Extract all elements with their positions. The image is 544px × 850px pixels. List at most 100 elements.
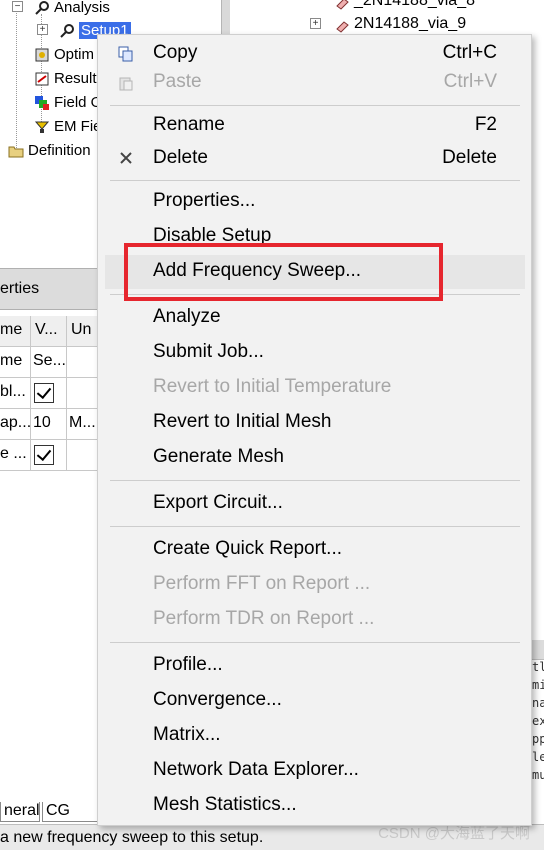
panel-tabs: neral CG	[0, 800, 110, 822]
context-menu: Copy Ctrl+C Paste Ctrl+V Rename F2 Delet…	[97, 34, 532, 826]
highlight-annotation	[124, 243, 443, 301]
menu-shortcut: Ctrl+C	[442, 42, 497, 63]
grid-cell: ap...	[0, 409, 31, 439]
tree-node-field-overlays[interactable]: Field O	[34, 91, 102, 113]
menu-label: Network Data Explorer...	[153, 759, 359, 780]
via-icon	[334, 0, 350, 10]
menu-label: Export Circuit...	[153, 492, 283, 513]
tree-label-field-overlays: Field O	[54, 93, 103, 111]
menu-item-rename[interactable]: Rename F2	[98, 109, 531, 143]
menu-label: Rename	[153, 114, 225, 135]
table-row[interactable]: e ...	[0, 440, 110, 471]
menu-label: Copy	[153, 42, 198, 63]
grid-cell: bl...	[0, 378, 31, 408]
menu-label: Mesh Statistics...	[153, 794, 297, 815]
menu-label: Revert to Initial Temperature	[153, 376, 392, 397]
table-row[interactable]: ap... 10 M...	[0, 409, 110, 440]
menu-item-export-circuit[interactable]: Export Circuit...	[98, 487, 531, 521]
grid-cell: me	[0, 347, 31, 377]
tree-label-em-fields: EM Fie	[54, 117, 102, 135]
menu-label: Analyze	[153, 306, 221, 327]
grid-cell	[31, 378, 67, 408]
menu-item-analyze[interactable]: Analyze	[98, 301, 531, 335]
results-icon	[34, 71, 50, 86]
tree-node-via-9[interactable]: + 2N14188_via_9	[310, 13, 466, 35]
menu-label: Generate Mesh	[153, 446, 284, 467]
menu-item-revert-mesh[interactable]: Revert to Initial Mesh	[98, 406, 531, 440]
menu-label: Create Quick Report...	[153, 538, 343, 559]
menu-item-network-data-explorer[interactable]: Network Data Explorer...	[98, 754, 531, 788]
grid-cell: e ...	[0, 440, 31, 470]
tree-node-em-fields[interactable]: EM Fie	[34, 115, 102, 137]
menu-item-create-quick-report[interactable]: Create Quick Report...	[98, 533, 531, 567]
menu-label: Perform FFT on Report ...	[153, 573, 371, 594]
grid-cell[interactable]: 10	[31, 409, 67, 439]
menu-item-delete[interactable]: Delete Delete	[98, 142, 531, 176]
menu-item-submit-job[interactable]: Submit Job...	[98, 336, 531, 370]
tab-general[interactable]: neral	[0, 802, 40, 822]
tree-guide-line	[16, 10, 17, 150]
grid-header-value[interactable]: V...	[31, 316, 67, 346]
via-icon	[334, 17, 350, 33]
tree-label-results: Result	[54, 69, 97, 87]
menu-separator	[110, 642, 520, 643]
tree-node-analysis[interactable]: − Analysis	[12, 0, 110, 18]
delete-icon	[118, 150, 134, 166]
properties-grid: me V... Un me Se... bl... ap... 10 M... …	[0, 316, 110, 471]
menu-separator	[110, 105, 520, 106]
paste-icon	[118, 75, 134, 91]
enabled-checkbox[interactable]	[34, 445, 54, 465]
menu-item-profile[interactable]: Profile...	[98, 649, 531, 683]
table-row[interactable]: me Se...	[0, 347, 110, 378]
menu-separator	[110, 480, 520, 481]
menu-item-matrix[interactable]: Matrix...	[98, 719, 531, 753]
tree-node-via-8[interactable]: _2N14188_via_8	[310, 0, 475, 12]
menu-label: Convergence...	[153, 689, 282, 710]
menu-shortcut: F2	[474, 114, 497, 135]
menu-item-paste[interactable]: Paste Ctrl+V	[98, 66, 531, 100]
menu-item-generate-mesh[interactable]: Generate Mesh	[98, 441, 531, 475]
grid-header-row: me V... Un	[0, 316, 110, 347]
table-row[interactable]: bl...	[0, 378, 110, 409]
properties-panel-title: erties	[0, 268, 110, 310]
grid-cell[interactable]: Se...	[31, 347, 67, 377]
menu-label: Delete	[153, 147, 208, 168]
tree-label-via-8: _2N14188_via_8	[354, 0, 475, 9]
expand-icon[interactable]: +	[37, 24, 48, 35]
tree-label-via-9: 2N14188_via_9	[354, 15, 467, 32]
grid-cell	[31, 440, 67, 470]
setup-icon	[59, 23, 75, 38]
expand-icon[interactable]: +	[310, 18, 321, 29]
analysis-icon	[34, 0, 50, 15]
menu-item-perform-fft[interactable]: Perform FFT on Report ...	[98, 568, 531, 602]
tree-label-analysis: Analysis	[54, 0, 110, 16]
menu-label: Profile...	[153, 654, 223, 675]
grid-header-name[interactable]: me	[0, 316, 31, 346]
collapse-icon[interactable]: −	[12, 1, 23, 12]
menu-item-properties[interactable]: Properties...	[98, 185, 531, 219]
menu-shortcut: Ctrl+V	[443, 71, 497, 92]
menu-label: Paste	[153, 71, 202, 92]
menu-item-perform-tdr[interactable]: Perform TDR on Report ...	[98, 603, 531, 637]
tree-node-definitions[interactable]: Definition	[8, 139, 91, 161]
menu-label: Matrix...	[153, 724, 221, 745]
enabled-checkbox[interactable]	[34, 383, 54, 403]
tab-cg[interactable]: CG	[42, 802, 98, 822]
copy-icon	[118, 46, 134, 62]
em-fields-icon	[34, 119, 50, 133]
folder-icon	[8, 143, 24, 158]
menu-item-convergence[interactable]: Convergence...	[98, 684, 531, 718]
menu-shortcut: Delete	[442, 147, 497, 168]
tree-label-definitions: Definition	[28, 141, 91, 159]
tree-label-optimetrics: Optim	[54, 45, 95, 63]
menu-label: Perform TDR on Report ...	[153, 608, 375, 629]
tree-node-results[interactable]: Result	[34, 67, 97, 89]
tree-node-optimetrics[interactable]: Optim	[34, 43, 94, 65]
menu-separator	[110, 180, 520, 181]
optimetrics-icon	[34, 47, 50, 62]
menu-label: Submit Job...	[153, 341, 264, 362]
menu-label: Revert to Initial Mesh	[153, 411, 332, 432]
menu-item-mesh-statistics[interactable]: Mesh Statistics...	[98, 789, 531, 823]
field-overlays-icon	[34, 95, 50, 110]
menu-item-revert-temperature[interactable]: Revert to Initial Temperature	[98, 371, 531, 405]
